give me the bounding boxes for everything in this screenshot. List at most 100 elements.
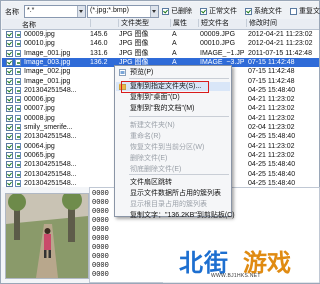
hex-offset: 0000 [92,262,109,270]
row-checkbox[interactable] [6,179,13,187]
cell-date: 04-21 11:23:02 [248,114,295,122]
column-attr[interactable]: 属性 [170,19,187,27]
image-file-icon [15,68,21,76]
row-checkbox[interactable] [6,86,13,94]
checkbox-box[interactable] [162,7,169,15]
image-file-icon [15,86,21,94]
menu-item[interactable]: 预览(P) [116,68,230,77]
deleted-label: 已删除 [171,8,192,15]
column-type[interactable]: 文件类型 [118,19,149,27]
type-filter-combo[interactable]: (*.jpg;*.bmp) [87,5,159,18]
row-checkbox[interactable] [6,114,13,122]
row-checkbox[interactable] [6,142,13,150]
row-checkbox[interactable] [6,161,13,169]
cell-date: 04-25 15:48:40 [248,179,296,187]
menu-item-label: 显示根目录占用的簇列表 [130,201,207,208]
table-row[interactable]: Image_001.jpg 131.6 JPG 图像 A IMAGE_~1.JPG 201… [2,49,319,58]
image-file-icon [15,105,21,113]
system-files-checkbox[interactable]: 系统文件 [245,6,282,16]
cell-type: JPG 图像 [119,31,149,38]
cell-name: 00007.jpg [24,105,55,113]
name-filter-value: *.* [27,7,35,14]
cell-attr: A [172,40,177,48]
hex-offset: 0000 [92,217,109,225]
duplicate-files-checkbox[interactable]: 重复文 [290,6,320,16]
cell-name: 00006.jpg [24,96,55,104]
row-checkbox[interactable] [6,151,13,159]
image-file-icon [15,161,21,169]
name-filter-label: 名称 [5,9,19,16]
image-preview [5,193,89,279]
row-checkbox[interactable] [6,124,13,131]
preview-icon [119,69,126,76]
column-name[interactable]: 名称 [22,20,36,30]
menu-item-label: 彻底删除文件(E) [130,166,182,173]
menu-item-label: 恢复文件到当前分区(W) [130,144,205,151]
menu-item-label: 复制到"桌面"(D) [130,94,180,101]
cell-date: 04-25 15:48:40 [248,86,296,94]
row-checkbox[interactable] [6,96,13,104]
menu-item: 删除文件(E) [116,154,230,163]
highlight-box [121,81,209,93]
row-checkbox[interactable] [6,49,13,57]
name-filter-combo[interactable]: *.* [24,5,86,18]
column-modified[interactable]: 修改时间 [246,19,277,27]
menu-item-label: 重命名(R) [130,133,161,140]
watermark-logo: 北街 游戏 WWW.BJ1HKS.NET [163,241,319,283]
cell-date: 2012-04-21 11:23:02 [248,40,313,48]
cell-date: 04-25 15:48:40 [248,161,296,169]
cell-short: 00010.JPG [200,40,236,48]
image-file-icon [15,179,21,187]
image-file-icon [15,40,21,48]
column-size[interactable] [90,19,115,27]
table-row[interactable]: 00010.jpg 146.0 JPG 图像 A 00010.JPG 2012-04-21… [2,39,319,48]
chevron-down-icon[interactable] [150,6,158,17]
row-checkbox[interactable] [6,133,13,141]
row-checkbox[interactable] [6,31,13,38]
normal-files-label: 正常文件 [209,8,237,15]
image-file-icon [15,49,21,57]
deleted-checkbox[interactable]: 已删除 [162,6,192,16]
menu-item[interactable]: 复制到"桌面"(D) [116,93,230,102]
cell-date: 04-25 15:48:40 [248,133,296,141]
image-file-icon [15,58,21,66]
cell-date: 04-21 11:23:02 [248,96,295,104]
row-checkbox[interactable] [6,105,13,113]
row-checkbox[interactable] [6,40,13,48]
menu-item-label: 文件扇区跳转 [130,179,172,186]
image-file-icon [15,170,21,178]
cell-attr: A [172,31,177,38]
row-checkbox[interactable] [6,68,13,76]
menu-item[interactable]: 显示文件数据所占用的簇列表 [116,189,230,198]
menu-item-label: 删除文件(E) [130,155,168,162]
row-checkbox[interactable] [6,58,13,66]
row-checkbox[interactable] [6,170,13,178]
menu-item: 重命名(R) [116,132,230,141]
menu-item[interactable]: 复制到"我的文档"(M) [116,104,230,113]
checkbox-box[interactable] [200,7,207,15]
checkbox-box[interactable] [245,7,252,15]
type-filter-value: (*.jpg;*.bmp) [90,7,129,14]
checkbox-box[interactable] [290,7,297,15]
hex-offset: 0000 [92,253,109,261]
normal-files-checkbox[interactable]: 正常文件 [200,6,237,16]
cell-type: JPG 图像 [119,40,149,48]
chevron-down-icon[interactable] [77,6,85,17]
image-file-icon [15,124,21,131]
cell-name: smily_smerife... [24,124,73,131]
menu-item[interactable]: 复制文字："136.2KB"到剪贴板(C) [116,211,235,220]
table-row[interactable]: 00009.jpg 145.6 JPG 图像 A 00009.JPG 2012-04-21… [2,30,319,39]
cell-type: JPG 图像 [119,49,149,57]
menu-item[interactable]: 文件扇区跳转 [116,178,230,187]
hex-offset: 0000 [92,244,109,252]
column-short-name[interactable]: 短文件名 [198,19,229,27]
hex-offset: 0000 [92,226,109,234]
menu-item-label: 预览(P) [130,69,154,76]
cell-short: IMAGE_~1.JPG [200,49,244,57]
cell-name: Image_002.jpg [24,68,71,76]
hex-offset: 0000 [92,235,109,243]
cell-name: 201304251548... [24,179,77,187]
row-checkbox[interactable] [6,77,13,85]
cell-name: 00009.jpg [24,31,55,38]
cell-size: 146.0 [90,40,108,48]
